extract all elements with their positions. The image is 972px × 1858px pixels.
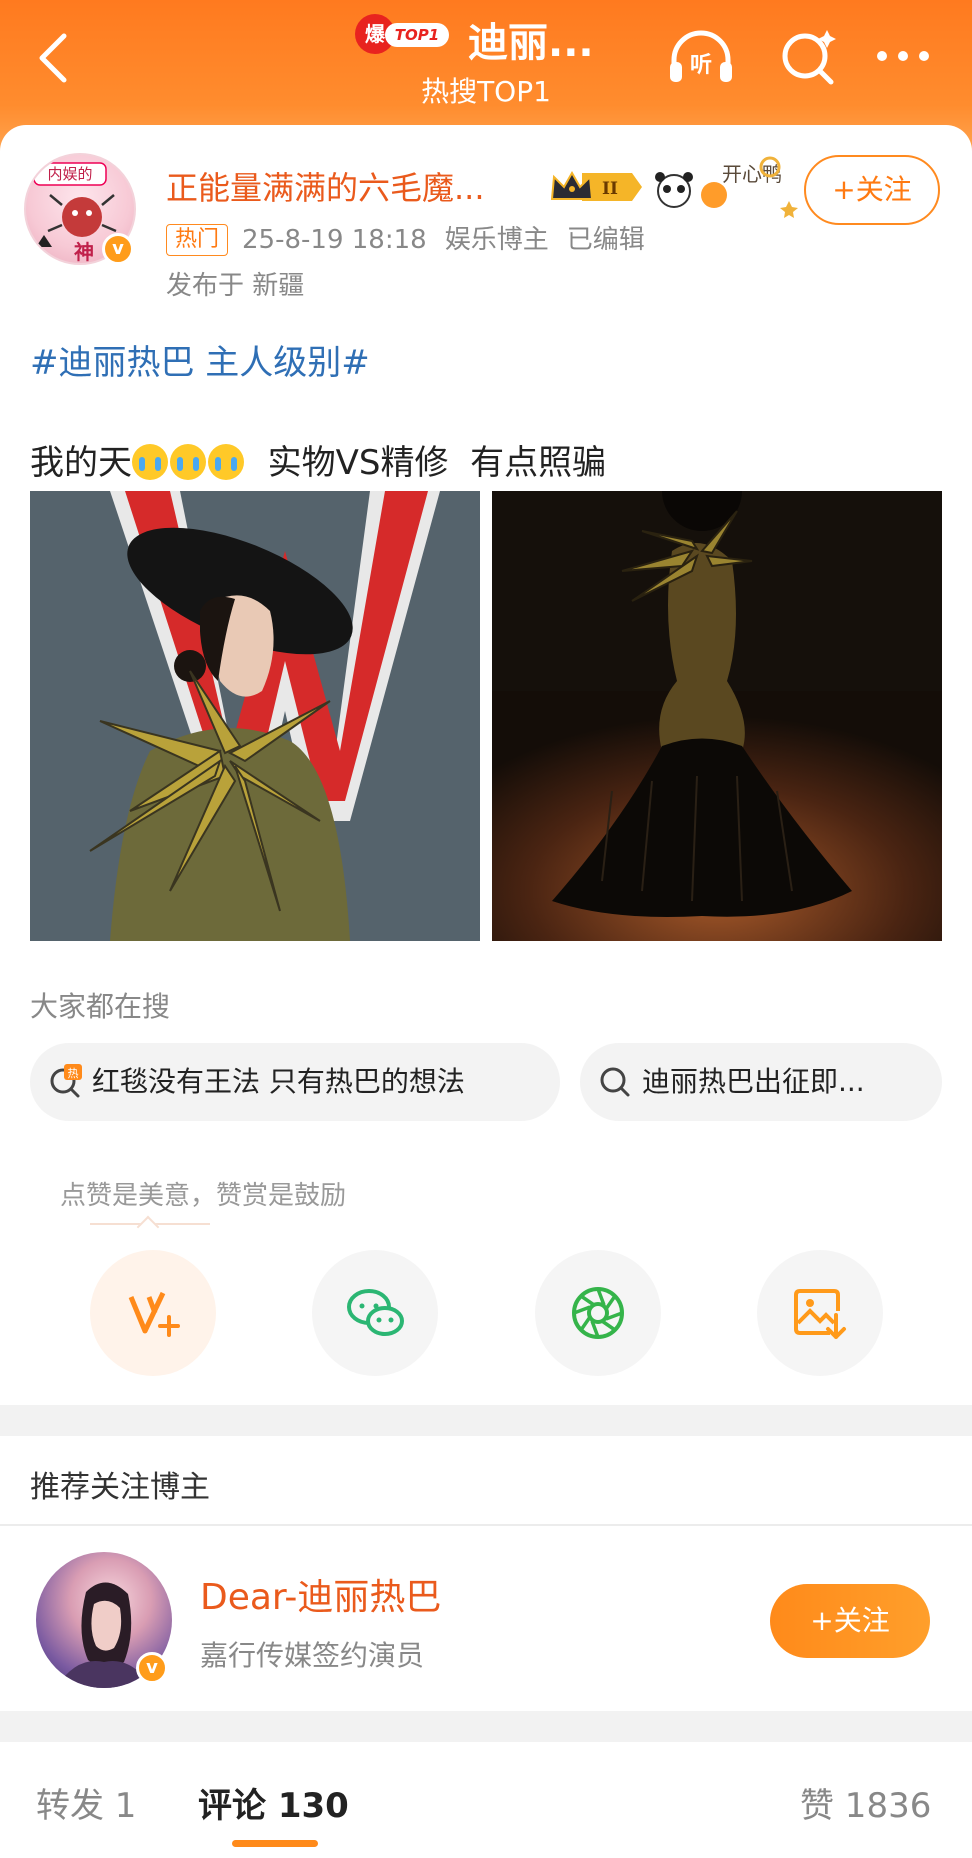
post-meta: 热门 25-8-19 18:18 娱乐博主 已编辑 — [166, 219, 645, 256]
tab-like[interactable]: 赞 1836 — [800, 1778, 931, 1827]
search-icon — [600, 1067, 630, 1097]
listen-icon[interactable]: 听 — [666, 26, 736, 90]
follow-recommend-button[interactable]: +关注 — [770, 1584, 930, 1658]
post-text-start: 我的天 — [30, 443, 132, 483]
wechat-icon — [347, 1289, 404, 1336]
trending-searches-header: 大家都在搜 — [30, 990, 171, 1023]
post-text-end: 实物VS精修 有点照骗 — [246, 443, 607, 483]
search-icon[interactable] — [774, 26, 844, 90]
edited-label[interactable]: 已编辑 — [567, 225, 645, 255]
author-name[interactable]: 正能量满满的六毛魔... — [166, 163, 485, 209]
post-time: 25-8-19 18:18 — [242, 225, 427, 255]
hot-tag: 热门 — [166, 224, 229, 256]
hot-badge-label: TOP1 — [385, 23, 449, 47]
trending-search-text: 红毯没有王法 只有热巴的想法 — [92, 1065, 465, 1098]
share-moments-button[interactable] — [535, 1250, 661, 1376]
listen-label: 听 — [690, 53, 712, 78]
share-wechat-button[interactable] — [312, 1250, 438, 1376]
active-tab-indicator — [232, 1840, 318, 1847]
red-carpet-photo — [30, 491, 480, 941]
author-role: 娱乐博主 — [444, 225, 549, 255]
save-image-icon — [794, 1289, 846, 1339]
verified-badge: v — [136, 1652, 168, 1684]
crying-emoji-icon — [170, 444, 206, 480]
trending-search-text: 迪丽热巴出征即... — [642, 1065, 865, 1098]
moments-icon — [572, 1287, 624, 1339]
page-title[interactable]: 迪丽... — [468, 10, 594, 68]
trending-search-item[interactable]: 迪丽热巴出征即... — [580, 1043, 942, 1121]
tip-pointer — [136, 1215, 160, 1239]
crying-emoji-icon — [208, 444, 244, 480]
post-image-1[interactable] — [30, 491, 480, 941]
topic-link[interactable]: #迪丽热巴 主人级别# — [30, 335, 370, 384]
post-image-2[interactable] — [492, 491, 942, 941]
avatar-text-top: 内娱的 — [47, 165, 92, 183]
hot-search-mark: 热 — [68, 1067, 79, 1080]
tab-comment[interactable]: 评论 130 — [198, 1778, 349, 1827]
tab-repost[interactable]: 转发 1 — [36, 1778, 136, 1827]
post-location: 发布于 新疆 — [166, 271, 305, 301]
interaction-tabs: 转发 1 评论 130 赞 1836 — [0, 1742, 972, 1858]
divider — [0, 1524, 972, 1526]
vplus-icon — [128, 1291, 180, 1337]
more-icon[interactable] — [868, 26, 938, 90]
member-level-text: II — [602, 179, 618, 199]
recommend-name[interactable]: Dear-迪丽热巴 — [200, 1568, 441, 1620]
fan-decoration-icon: 开心鸭 — [655, 156, 798, 218]
avatar-text-bottom: 神 — [74, 240, 94, 264]
post-text: 我的天 实物VS精修 有点照骗 — [30, 435, 606, 484]
recommend-section: 推荐关注博主 v Dear-迪丽热巴 嘉行传媒签约演员 +关注 — [0, 1436, 972, 1711]
recommend-title: 推荐关注博主 — [30, 1470, 210, 1505]
member-level-badge: II — [550, 170, 642, 201]
hot-rank-badge: 爆 TOP1 — [355, 14, 453, 54]
verified-badge: v — [102, 233, 134, 265]
post-card: 内娱的 神 v 正能量满满的六毛魔... II 开心鸭 +关注 热门 25-8-1… — [0, 125, 972, 1405]
crying-emoji-icon — [132, 444, 168, 480]
trending-search-item[interactable]: 热 红毯没有王法 只有热巴的想法 — [30, 1043, 560, 1121]
retouched-photo — [492, 491, 942, 941]
vplus-button[interactable] — [90, 1250, 216, 1376]
reward-tip: 点赞是美意，赞赏是鼓励 — [60, 1181, 347, 1211]
follow-author-button[interactable]: +关注 — [804, 155, 940, 225]
save-image-button[interactable] — [757, 1250, 883, 1376]
recommend-description: 嘉行传媒签约演员 — [200, 1639, 425, 1672]
hot-search-icon: 热 — [50, 1064, 82, 1098]
